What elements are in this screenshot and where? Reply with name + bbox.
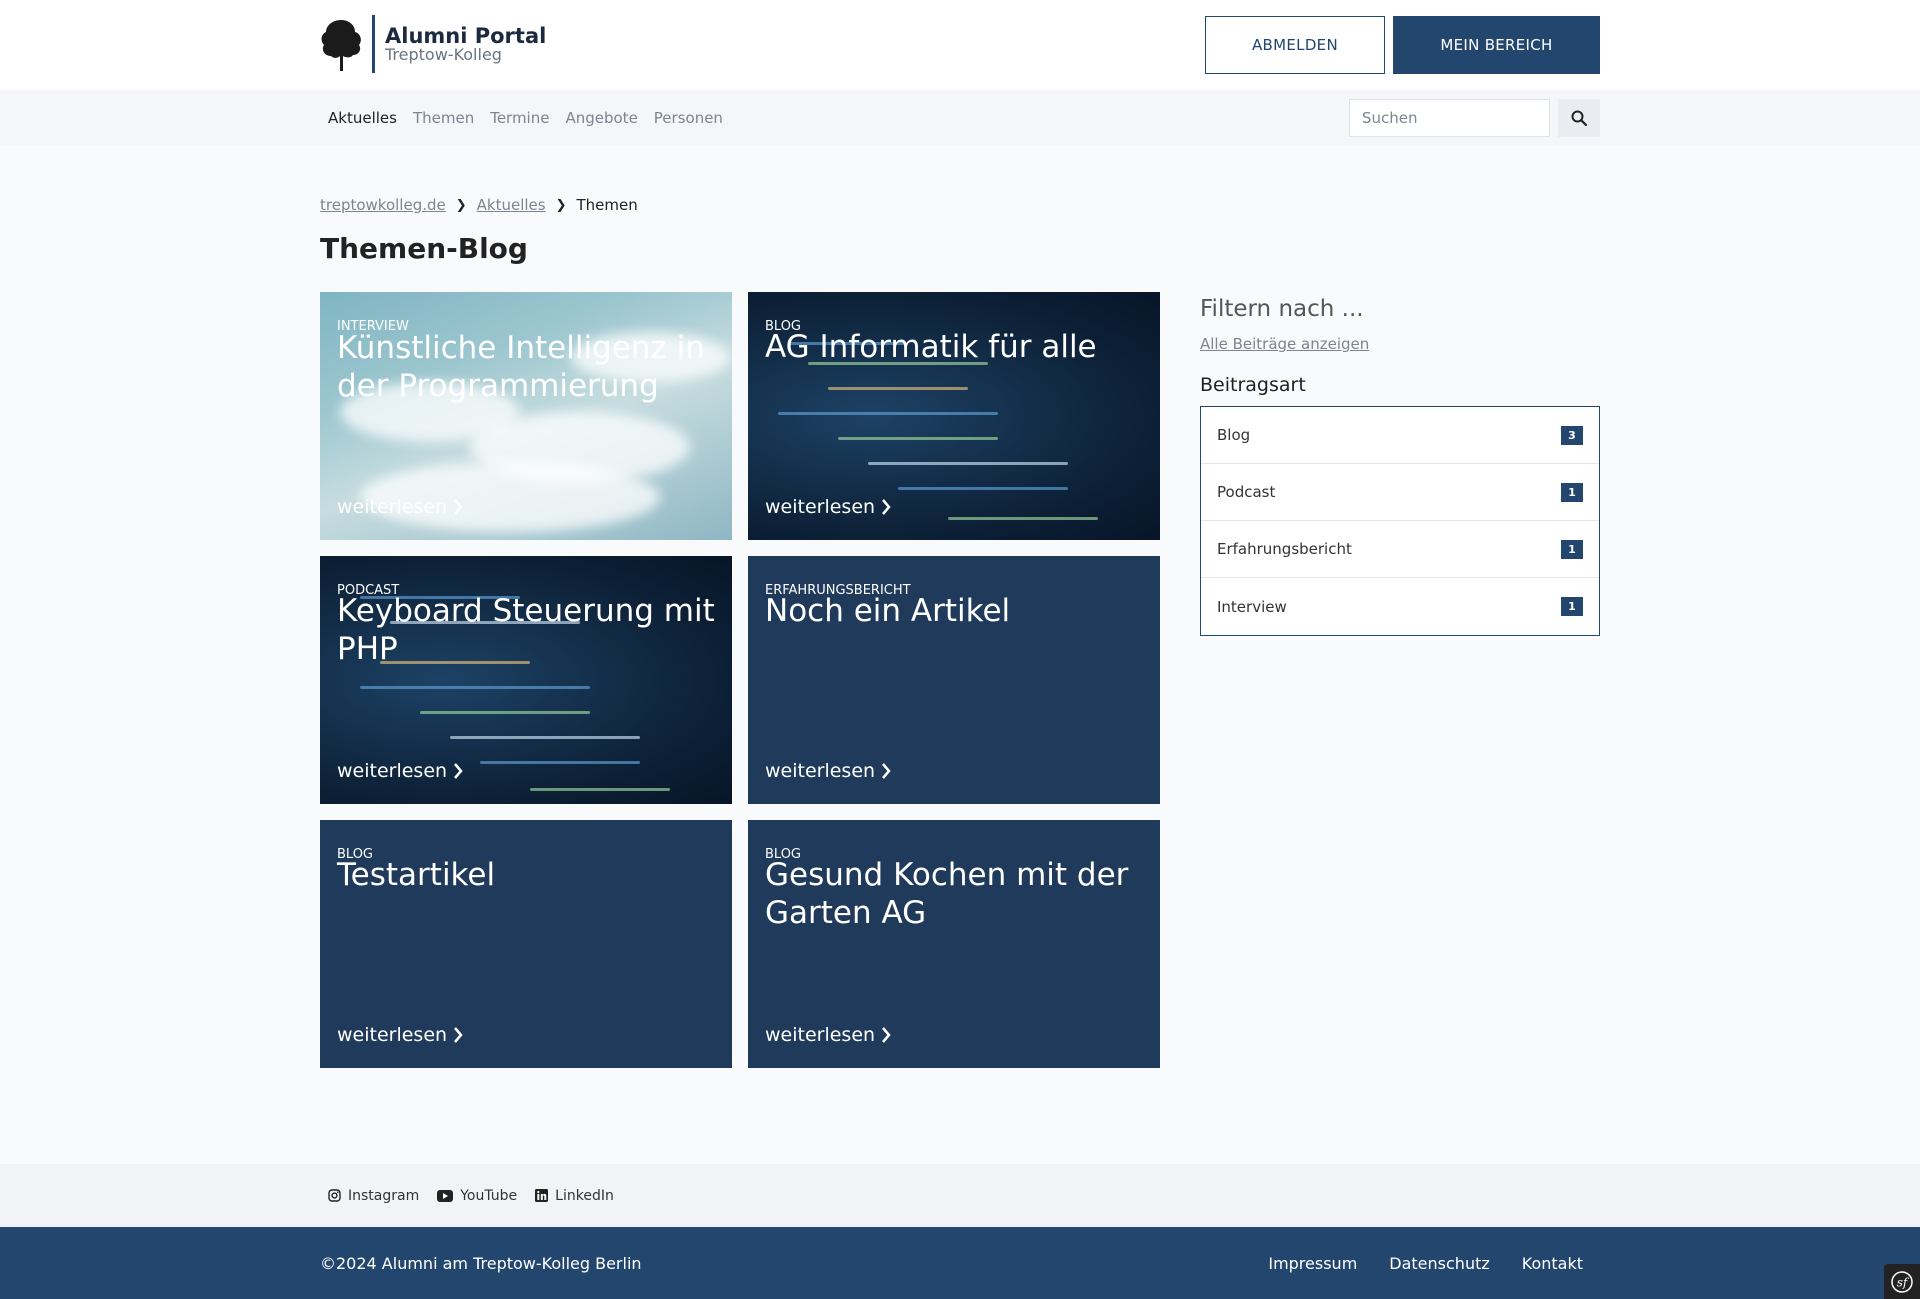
- read-more-label: weiterlesen: [337, 496, 448, 518]
- site-footer: ©2024 Alumni am Treptow-Kolleg Berlin Im…: [0, 1227, 1920, 1299]
- blog-card[interactable]: ERFAHRUNGSBERICHT Noch ein Artikel weite…: [748, 556, 1160, 804]
- read-more-link[interactable]: weiterlesen: [337, 760, 463, 782]
- tree-logo-icon: [321, 20, 361, 71]
- symfony-logo-icon: sf: [1891, 1270, 1913, 1293]
- count-badge: 1: [1561, 482, 1583, 502]
- card-title: Testartikel: [337, 857, 496, 893]
- count-badge: 1: [1561, 597, 1583, 616]
- filter-heading: Filtern nach ...: [1200, 296, 1364, 322]
- show-all-link[interactable]: Alle Beiträge anzeigen: [1200, 335, 1369, 353]
- nav-item-termine[interactable]: Termine: [482, 109, 557, 127]
- filter-item-erfahrungsbericht[interactable]: Erfahrungsbericht 1: [1201, 521, 1599, 578]
- breadcrumb: treptowkolleg.de ❯ Aktuelles ❯ Themen: [320, 196, 638, 214]
- breadcrumb-link-aktuelles[interactable]: Aktuelles: [477, 196, 546, 214]
- breadcrumb-link-home[interactable]: treptowkolleg.de: [320, 196, 446, 214]
- my-area-button[interactable]: MEIN BEREICH: [1393, 16, 1600, 74]
- read-more-label: weiterlesen: [765, 496, 876, 518]
- read-more-label: weiterlesen: [337, 1024, 448, 1046]
- page-title: Themen-Blog: [320, 232, 528, 265]
- card-title: Gesund Kochen mit der Garten AG: [765, 857, 1129, 931]
- filter-item-label: Podcast: [1217, 483, 1276, 501]
- instagram-link[interactable]: Instagram: [328, 1188, 419, 1204]
- card-title: Keyboard Steuerung mit PHP: [337, 593, 715, 667]
- instagram-icon: [328, 1189, 341, 1202]
- count-badge: 1: [1561, 539, 1583, 559]
- filter-item-label: Blog: [1217, 426, 1251, 444]
- breadcrumb-chevron-icon: ❯: [555, 197, 567, 213]
- symfony-toolbar-icon[interactable]: sf: [1884, 1264, 1920, 1299]
- social-links: Instagram YouTube LinkedIn: [328, 1164, 632, 1227]
- filter-item-label: Interview: [1217, 597, 1287, 616]
- chevron-right-icon: [882, 499, 891, 515]
- logo-divider: [372, 15, 375, 73]
- read-more-label: weiterlesen: [765, 1024, 876, 1046]
- search-icon: [1571, 110, 1587, 126]
- chevron-right-icon: [454, 763, 463, 779]
- logo-subtitle: Treptow-Kolleg: [385, 44, 502, 64]
- youtube-link[interactable]: YouTube: [437, 1188, 517, 1204]
- footer-link-datenschutz[interactable]: Datenschutz: [1389, 1254, 1489, 1273]
- logo-text: Alumni Portal Treptow-Kolleg: [385, 23, 547, 64]
- chevron-right-icon: [882, 1027, 891, 1043]
- linkedin-label: LinkedIn: [555, 1187, 614, 1204]
- youtube-label: YouTube: [460, 1187, 518, 1204]
- blog-card[interactable]: BLOG Testartikel weiterlesen: [320, 820, 732, 1068]
- copyright-text: ©2024 Alumni am Treptow-Kolleg Berlin: [320, 1253, 642, 1273]
- chevron-right-icon: [882, 763, 891, 779]
- logo-title: Alumni Portal: [385, 23, 547, 48]
- read-more-link[interactable]: weiterlesen: [337, 496, 463, 518]
- nav-items: Aktuelles Themen Termine Angebote Person…: [320, 90, 731, 146]
- read-more-link[interactable]: weiterlesen: [337, 1024, 463, 1046]
- filter-item-interview[interactable]: Interview 1: [1201, 578, 1599, 635]
- read-more-link[interactable]: weiterlesen: [765, 496, 891, 518]
- filter-item-podcast[interactable]: Podcast 1: [1201, 464, 1599, 521]
- site-logo[interactable]: Alumni Portal Treptow-Kolleg: [320, 14, 546, 74]
- svg-text:sf: sf: [1897, 1275, 1910, 1289]
- nav-item-personen[interactable]: Personen: [646, 109, 731, 127]
- blog-card[interactable]: INTERVIEW Künstliche Intelligenz in der …: [320, 292, 732, 540]
- site-header: Alumni Portal Treptow-Kolleg ABMELDEN ME…: [0, 0, 1920, 90]
- read-more-link[interactable]: weiterlesen: [765, 1024, 891, 1046]
- read-more-label: weiterlesen: [765, 760, 876, 782]
- card-title: Noch ein Artikel: [765, 593, 1011, 629]
- filter-subheading: Beitragsart: [1200, 374, 1306, 396]
- blog-card[interactable]: BLOG AG Informatik für alle weiterlesen: [748, 292, 1160, 540]
- chevron-right-icon: [454, 499, 463, 515]
- filter-list: Blog 3 Podcast 1 Erfahrungsbericht 1 Int…: [1200, 406, 1600, 636]
- filter-item-blog[interactable]: Blog 3: [1201, 407, 1599, 464]
- nav-item-angebote[interactable]: Angebote: [557, 109, 645, 127]
- footer-link-kontakt[interactable]: Kontakt: [1522, 1254, 1583, 1273]
- social-bar: Instagram YouTube LinkedIn: [0, 1164, 1920, 1227]
- search-input[interactable]: Suchen: [1349, 99, 1550, 137]
- main-nav: Aktuelles Themen Termine Angebote Person…: [0, 90, 1920, 146]
- footer-link-impressum[interactable]: Impressum: [1268, 1254, 1357, 1273]
- linkedin-icon: [535, 1189, 549, 1202]
- breadcrumb-current: Themen: [576, 196, 638, 214]
- card-title: Künstliche Intelligenz in der Programmie…: [337, 330, 705, 404]
- read-more-label: weiterlesen: [337, 760, 448, 782]
- count-badge: 3: [1561, 425, 1583, 445]
- footer-links: Impressum Datenschutz Kontakt: [1236, 1227, 1583, 1299]
- chevron-right-icon: [454, 1027, 463, 1043]
- linkedin-link[interactable]: LinkedIn: [535, 1188, 614, 1204]
- youtube-icon: [437, 1189, 454, 1202]
- logout-button[interactable]: ABMELDEN: [1205, 16, 1385, 74]
- nav-item-themen[interactable]: Themen: [405, 109, 482, 127]
- breadcrumb-chevron-icon: ❯: [455, 197, 467, 213]
- read-more-link[interactable]: weiterlesen: [765, 760, 891, 782]
- search-button[interactable]: [1558, 99, 1600, 137]
- filter-item-label: Erfahrungsbericht: [1217, 540, 1352, 558]
- instagram-label: Instagram: [348, 1187, 420, 1204]
- blog-card[interactable]: BLOG Gesund Kochen mit der Garten AG wei…: [748, 820, 1160, 1068]
- nav-item-aktuelles[interactable]: Aktuelles: [320, 109, 405, 127]
- blog-card[interactable]: PODCAST Keyboard Steuerung mit PHP weite…: [320, 556, 732, 804]
- card-title: AG Informatik für alle: [765, 329, 1097, 365]
